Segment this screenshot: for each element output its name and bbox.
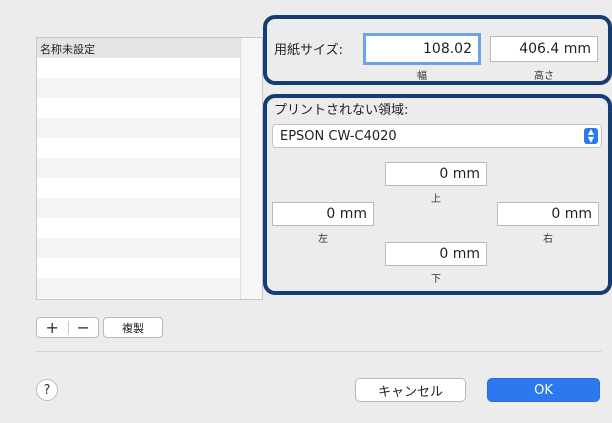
margin-bottom-field[interactable]: 0 mm: [385, 242, 487, 266]
list-row-empty: [37, 258, 242, 278]
list-row-empty: [37, 58, 242, 78]
paper-height-field[interactable]: 406.4 mm: [490, 36, 598, 62]
list-item-label: 名称未設定: [40, 43, 95, 56]
help-icon: ?: [43, 382, 51, 398]
duplicate-label: 複製: [122, 321, 144, 335]
list-row-empty: [37, 178, 242, 198]
paper-size-list[interactable]: 名称未設定: [36, 37, 263, 300]
list-row-empty: [37, 198, 242, 218]
list-row-empty: [37, 118, 242, 138]
ok-button[interactable]: OK: [487, 378, 600, 402]
footer-divider: [36, 351, 602, 352]
list-row-empty: [37, 238, 242, 258]
list-row-empty: [37, 218, 242, 238]
list-row-empty: [37, 278, 242, 298]
bottom-label: 下: [431, 274, 441, 285]
list-scrollbar[interactable]: [240, 38, 262, 299]
margin-left-field[interactable]: 0 mm: [272, 202, 374, 226]
list-item[interactable]: 名称未設定: [37, 38, 242, 58]
remove-button[interactable]: −: [68, 318, 98, 337]
paper-width-field[interactable]: 108.02: [363, 33, 481, 65]
add-button[interactable]: +: [37, 318, 68, 337]
margin-right-field[interactable]: 0 mm: [497, 202, 599, 226]
right-label: 右: [543, 234, 553, 245]
height-label: 高さ: [534, 71, 554, 82]
list-row-empty: [37, 78, 242, 98]
width-label: 幅: [417, 71, 427, 82]
margin-top-field[interactable]: 0 mm: [385, 162, 487, 186]
cancel-button[interactable]: キャンセル: [355, 378, 466, 402]
add-remove-segment: + −: [36, 317, 99, 338]
list-row-empty: [37, 138, 242, 158]
top-label: 上: [431, 194, 441, 205]
help-button[interactable]: ?: [36, 379, 58, 401]
printer-select[interactable]: EPSON CW-C4020 ▲ ▼: [272, 124, 602, 148]
duplicate-button[interactable]: 複製: [103, 317, 163, 338]
non-printable-label: プリントされない領域:: [274, 103, 409, 118]
left-label: 左: [318, 234, 328, 245]
list-row-empty: [37, 98, 242, 118]
list-row-empty: [37, 158, 242, 178]
chevron-updown-icon: ▲ ▼: [584, 128, 598, 144]
paper-size-label: 用紙サイズ:: [274, 43, 343, 58]
